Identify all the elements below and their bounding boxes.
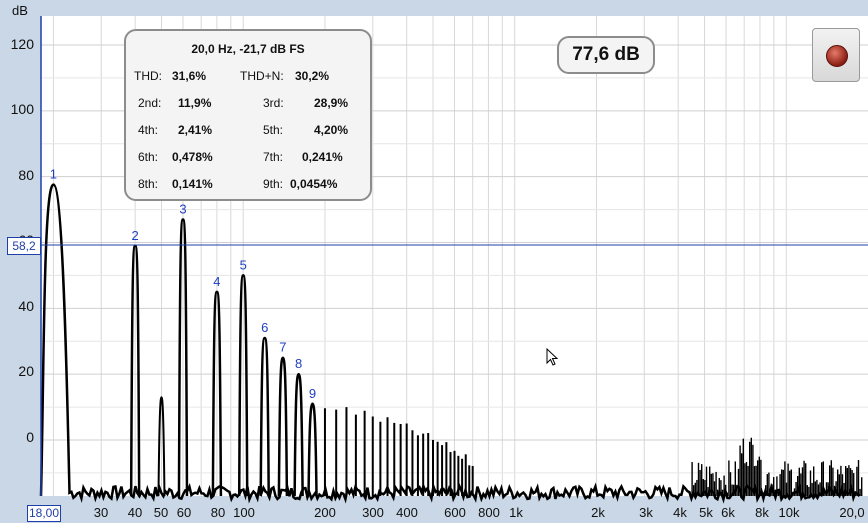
y-tick-20: 20 xyxy=(18,363,34,379)
h6-label: 6th: xyxy=(138,150,159,164)
panel-header: 20,0 Hz, -21,7 dB FS xyxy=(191,42,305,56)
harmonic-label-9: 9 xyxy=(309,386,316,401)
cursor-level-readout[interactable]: 58,2 xyxy=(7,237,41,255)
h3-value: 28,9% xyxy=(314,96,349,110)
h7-label: 7th: xyxy=(263,150,284,164)
harmonic-label-4: 4 xyxy=(213,274,220,289)
harmonic-label-2: 2 xyxy=(132,228,139,243)
cursor-frequency-readout[interactable]: 18,00 xyxy=(27,505,61,522)
h5-label: 5th: xyxy=(263,123,284,137)
x-tick-100: 100 xyxy=(233,505,255,520)
x-tick-50: 50 xyxy=(153,505,169,520)
h6-value: 0,478% xyxy=(172,150,213,164)
x-tick-600: 600 xyxy=(444,505,466,520)
x-tick-3k: 3k xyxy=(639,505,653,520)
thd-value: 31,6% xyxy=(172,69,207,83)
h7-value: 0,241% xyxy=(302,150,343,164)
x-tick-4k: 4k xyxy=(673,505,687,520)
record-dot-icon xyxy=(826,45,848,67)
x-tick-400: 400 xyxy=(396,505,418,520)
h9-value: 0,0454% xyxy=(290,177,338,191)
h2-value: 11,9% xyxy=(178,96,212,110)
x-tick-10k: 10k xyxy=(778,505,800,520)
thdn-value: 30,2% xyxy=(295,69,330,83)
thdn-label: THD+N: xyxy=(240,69,284,83)
h8-value: 0,141% xyxy=(172,177,213,191)
h4-label: 4th: xyxy=(138,123,159,137)
x-tick-300: 300 xyxy=(362,505,384,520)
harmonic-label-6: 6 xyxy=(261,320,268,335)
harmonic-label-8: 8 xyxy=(295,356,302,371)
y-tick-40: 40 xyxy=(18,298,34,314)
thd-label: THD: xyxy=(134,69,162,83)
x-tick-800: 800 xyxy=(478,505,500,520)
y-axis-unit: dB xyxy=(12,3,28,18)
x-tick-8k: 8k xyxy=(755,505,769,520)
h5-value: 4,20% xyxy=(314,123,349,137)
harmonic-label-5: 5 xyxy=(240,257,247,272)
y-tick-0: 0 xyxy=(26,429,34,445)
x-tick-6k: 6k xyxy=(721,505,735,520)
record-button[interactable] xyxy=(812,28,860,82)
x-tick-80: 80 xyxy=(210,505,226,520)
h2-label: 2nd: xyxy=(138,96,162,110)
harmonic-label-3: 3 xyxy=(179,201,186,216)
h9-label: 9th: xyxy=(263,177,284,191)
x-tick-60: 60 xyxy=(176,505,192,520)
harmonic-label-7: 7 xyxy=(279,340,286,355)
y-tick-100: 100 xyxy=(10,101,34,117)
x-tick-1k: 1k xyxy=(509,505,523,520)
x-tick-30: 30 xyxy=(93,505,109,520)
y-tick-120: 120 xyxy=(10,36,34,52)
h3-label: 3rd: xyxy=(263,96,284,110)
harmonic-distortion-panel[interactable]: 20,0 Hz, -21,7 dB FS THD: 31,6% THD+N: 3… xyxy=(124,29,372,201)
mouse-pointer-icon xyxy=(546,348,559,366)
h8-label: 8th: xyxy=(138,177,159,191)
spectrum-plot[interactable]: 1 2 3 4 5 6789 dB 120 100 80 60 40 20 0 30 40… xyxy=(0,0,868,523)
x-tick-200: 200 xyxy=(314,505,336,520)
level-readout: 77,6 dB xyxy=(557,36,655,74)
x-tick-20k: 20,0 xyxy=(839,505,865,520)
x-tick-40: 40 xyxy=(127,505,143,520)
y-tick-80: 80 xyxy=(18,167,34,183)
h4-value: 2,41% xyxy=(178,123,213,137)
x-tick-2k: 2k xyxy=(591,505,605,520)
harmonic-label-1: 1 xyxy=(50,167,57,182)
x-tick-5k: 5k xyxy=(699,505,713,520)
